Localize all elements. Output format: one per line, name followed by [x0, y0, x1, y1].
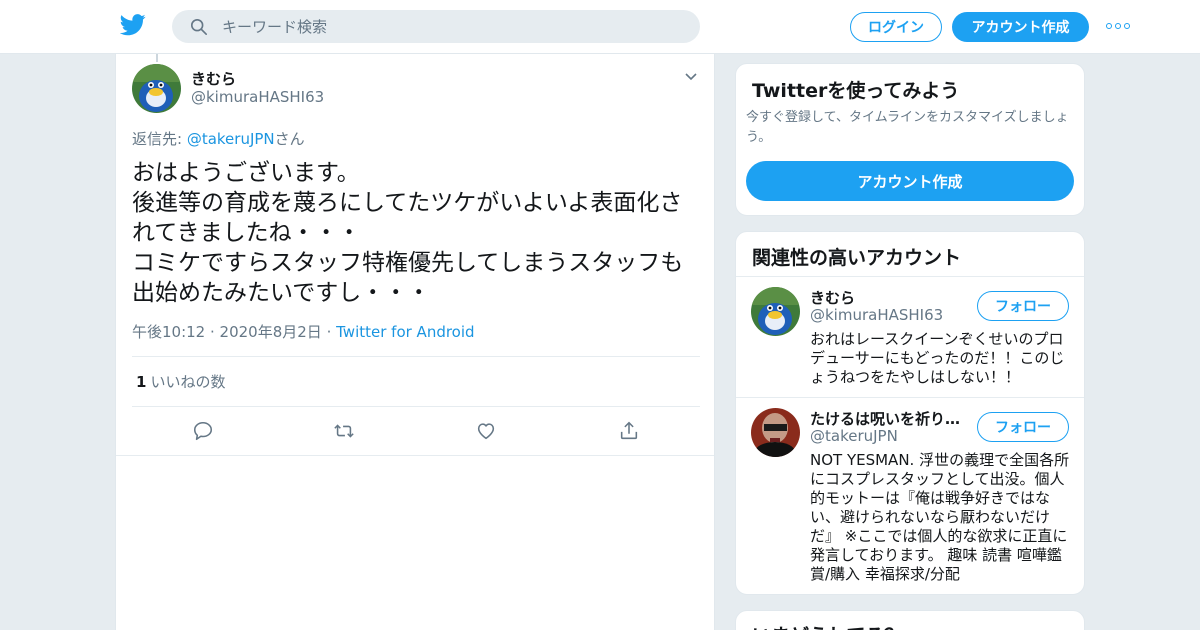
twitter-bird-icon[interactable] — [120, 14, 146, 36]
search-icon — [190, 18, 208, 35]
avatar[interactable] — [751, 408, 800, 457]
reply-prefix: 返信先: — [132, 130, 187, 148]
reply-suffix: さん — [274, 130, 305, 148]
related-account-handle[interactable]: @kimuraHASHI63 — [810, 306, 943, 324]
more-icon[interactable] — [1106, 22, 1130, 30]
share-icon[interactable] — [618, 420, 640, 442]
divider — [736, 276, 1084, 277]
like-icon[interactable] — [475, 420, 497, 442]
related-accounts-card: 関連性の高いアカウント きむら @kimuraHASHI63 フォロー おれはレ… — [735, 231, 1085, 595]
tweet-detail-column: きむら @kimuraHASHI63 返信先: @takeruJPNさん おはよ… — [115, 54, 715, 630]
like-count: 1 — [136, 373, 147, 391]
signup-card-button[interactable]: アカウント作成 — [746, 161, 1074, 201]
search-input[interactable]: キーワード検索 — [222, 16, 327, 37]
reply-mention-link[interactable]: @takeruJPN — [187, 130, 275, 148]
login-button[interactable]: ログイン — [850, 12, 942, 42]
thread-connector — [156, 54, 158, 62]
divider — [116, 455, 714, 456]
divider — [132, 356, 700, 357]
separator-dot: · — [321, 323, 337, 341]
reply-context: 返信先: @takeruJPNさん — [132, 128, 305, 149]
trends-card: いまどうしてる？ — [735, 610, 1085, 630]
search-bar[interactable]: キーワード検索 — [172, 10, 700, 43]
tweet-text: おはようございます。 後進等の育成を蔑ろにしてたツケがいよいよ表面化されてきまし… — [132, 160, 684, 306]
retweet-icon[interactable] — [333, 420, 355, 442]
top-navigation-bar: キーワード検索 ログイン アカウント作成 — [0, 0, 1200, 54]
divider — [132, 406, 700, 407]
avatar[interactable] — [751, 287, 800, 336]
signup-card-title: Twitterを使ってみよう — [752, 80, 960, 102]
signup-card: Twitterを使ってみよう 今すぐ登録して、タイムラインをカスタマイズしましょ… — [735, 63, 1085, 216]
author-display-name[interactable]: きむら — [191, 68, 236, 89]
tweet-metadata: 午後10:12 · 2020年8月2日 · Twitter for Androi… — [132, 321, 475, 342]
related-account-bio: おれはレースクイーンぞくせいのプロデューサーにもどったのだ！！このじょうねつをた… — [810, 330, 1065, 386]
trends-card-title: いまどうしてる？ — [752, 621, 903, 630]
related-account-name[interactable]: たけるは呪いを祈り… — [810, 408, 960, 429]
related-account-handle[interactable]: @takeruJPN — [810, 427, 898, 445]
chevron-down-icon[interactable] — [684, 72, 698, 82]
signup-button[interactable]: アカウント作成 — [952, 12, 1089, 42]
like-count-label: いいねの数 — [150, 373, 226, 391]
separator-dot: · — [205, 323, 220, 341]
divider — [736, 397, 1084, 398]
follow-button[interactable]: フォロー — [977, 291, 1069, 321]
like-stats[interactable]: 1 いいねの数 — [136, 371, 225, 392]
reply-icon[interactable] — [192, 420, 214, 442]
tweet-time[interactable]: 午後10:12 — [132, 323, 205, 341]
related-account-bio: NOT YESMAN. 浮世の義理で全国各所にコスプレスタッフとして出没。個人的… — [810, 451, 1070, 583]
signup-card-description: 今すぐ登録して、タイムラインをカスタマイズしましょう。 — [746, 110, 1069, 145]
follow-button[interactable]: フォロー — [977, 412, 1069, 442]
tweet-source-link[interactable]: Twitter for Android — [336, 323, 474, 341]
author-handle[interactable]: @kimuraHASHI63 — [191, 88, 324, 106]
tweet-date[interactable]: 2020年8月2日 — [220, 323, 322, 341]
related-account-name[interactable]: きむら — [810, 287, 855, 308]
related-accounts-title: 関連性の高いアカウント — [752, 247, 962, 269]
avatar[interactable] — [132, 64, 181, 113]
